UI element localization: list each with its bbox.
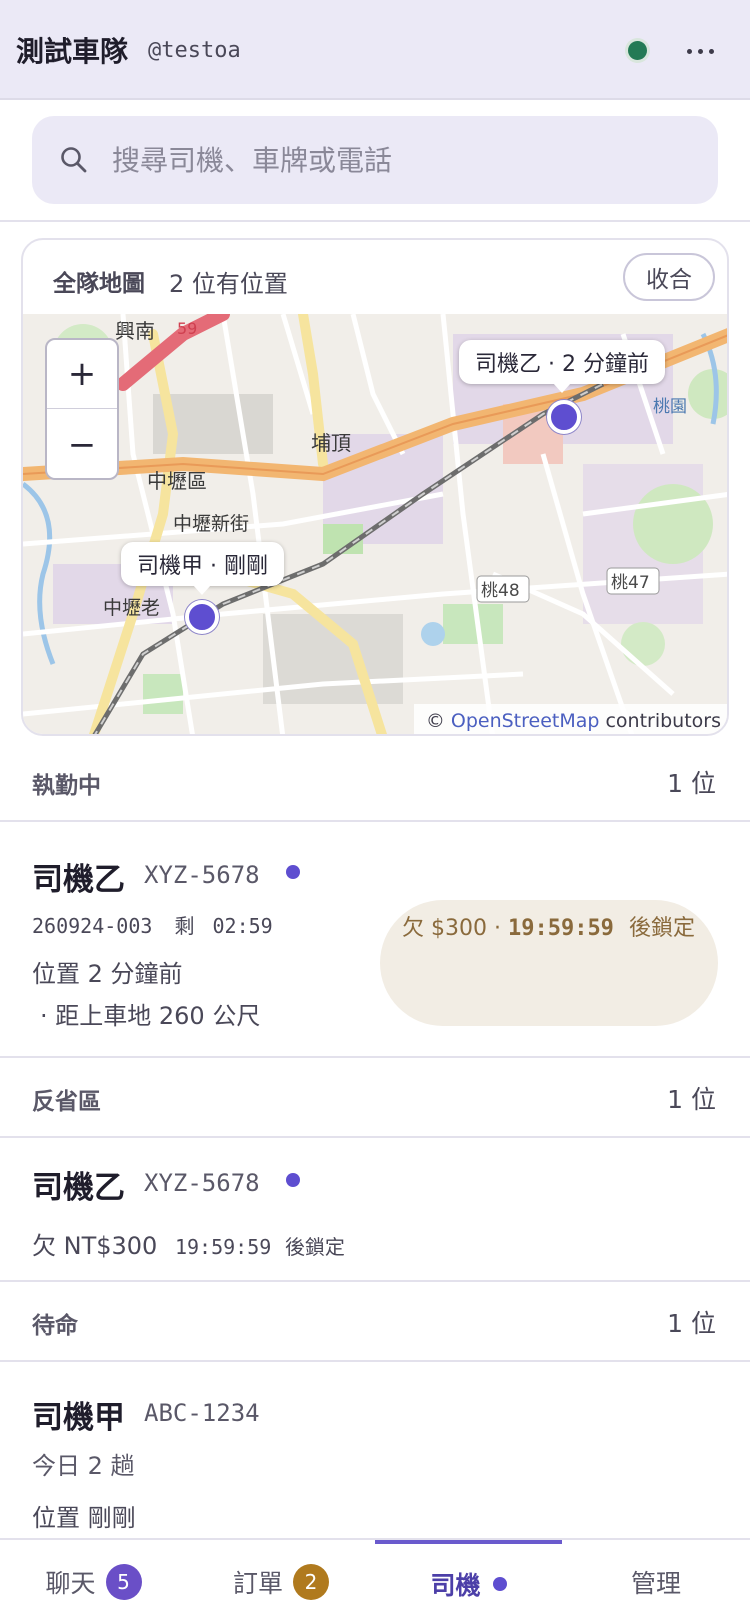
location-status: 位置 2 分鐘前 — [32, 960, 183, 988]
section-count: 1 位 — [667, 1309, 716, 1338]
section-title: 執勤中 — [32, 773, 101, 799]
more-options-button[interactable] — [676, 34, 724, 68]
section-reflection: 反省區 1 位 — [0, 1058, 750, 1138]
nav-tab-orders[interactable]: 訂單 2 — [187, 1540, 375, 1624]
driver-a-map-marker[interactable] — [185, 600, 219, 634]
debt-amount: 欠 NT$300 — [32, 1232, 158, 1260]
map-place-label: 中壢新街 — [173, 513, 249, 535]
driver-name: 司機甲 — [32, 1400, 125, 1436]
trip-count: 今日 2 趟 — [32, 1452, 135, 1480]
driver-b-map-label: 司機乙 · 2 分鐘前 — [459, 340, 665, 393]
debt-info: 欠 NT$300 19:59:59 後鎖定 — [32, 1226, 345, 1261]
openstreetmap-link[interactable]: OpenStreetMap — [451, 710, 600, 732]
order-number: 260924-003 — [32, 914, 153, 938]
driver-name: 司機乙 — [32, 1170, 125, 1206]
zoom-controls: + − — [45, 338, 119, 480]
section-count: 1 位 — [667, 769, 716, 798]
reflection-driver-card[interactable]: 司機乙 XYZ-5678 欠 NT$300 19:59:59 後鎖定 — [0, 1140, 750, 1282]
license-plate: XYZ-5678 — [144, 861, 260, 889]
driver-a-map-label: 司機甲 · 剛剛 — [121, 542, 284, 595]
section-title: 反省區 — [32, 1089, 101, 1115]
active-dot-icon — [492, 1577, 507, 1591]
location-status: 位置 剛剛 — [32, 1504, 136, 1532]
team-map-card: 全隊地圖 2 位有位置 收合 興南 59 中壢區 中壢新街 埔頂 中壢老 桃園 … — [21, 238, 729, 736]
nav-tab-chat[interactable]: 聊天 5 — [0, 1540, 187, 1624]
debt-lock-badge: 欠 $300 · 19:59:59 後鎖定 — [380, 900, 718, 1026]
search-icon — [61, 147, 87, 173]
on-duty-driver-card[interactable]: 司機乙 XYZ-5678 260924-003 剩 02:59 位置 2 分鐘前… — [0, 824, 750, 1058]
collapse-map-button[interactable]: 收合 — [623, 253, 715, 301]
section-on-duty: 執勤中 1 位 — [0, 742, 750, 822]
zoom-out-button[interactable]: − — [47, 410, 117, 479]
search-section — [0, 100, 750, 222]
map-location-count: 2 位有位置 — [169, 270, 288, 298]
map-place-label: 桃園 — [653, 397, 687, 417]
nav-tab-drivers[interactable]: 司機 — [375, 1540, 562, 1624]
license-plate: ABC-1234 — [144, 1399, 260, 1427]
search-box[interactable] — [32, 116, 718, 204]
remaining-label: 剩 — [174, 914, 195, 938]
online-dot — [286, 1173, 300, 1187]
chat-unread-badge: 5 — [105, 1564, 142, 1600]
nav-label: 訂單 — [232, 1569, 283, 1598]
section-standby: 待命 1 位 — [0, 1282, 750, 1362]
team-handle: @testoa — [148, 38, 241, 63]
map-place-label: 中壢區 — [147, 469, 207, 493]
app-header: 測試車隊 @testoa — [0, 0, 750, 100]
driver-b-map-marker[interactable] — [547, 400, 581, 434]
order-info: 260924-003 剩 02:59 — [32, 910, 273, 939]
license-plate: XYZ-5678 — [144, 1169, 260, 1197]
nav-label: 司機 — [430, 1571, 481, 1600]
attribution-suffix: contributors — [605, 710, 721, 732]
debt-lock-suffix: 後鎖定 — [628, 916, 695, 941]
map-route-label: 桃47 — [611, 573, 650, 593]
pickup-distance: · 距上車地 260 公尺 — [40, 1002, 261, 1030]
lock-countdown: 19:59:59 — [174, 1235, 272, 1259]
lock-suffix: 後鎖定 — [284, 1235, 345, 1259]
bottom-navigation: 聊天 5 訂單 2 司機 管理 — [0, 1538, 750, 1624]
nav-label: 管理 — [630, 1569, 681, 1598]
more-dot-icon — [697, 48, 703, 54]
map-view[interactable]: 興南 59 中壢區 中壢新街 埔頂 中壢老 桃園 桃48 桃47 + − 司機乙… — [23, 314, 727, 734]
more-dot-icon — [686, 48, 692, 54]
map-place-label: 埔頂 — [311, 431, 351, 455]
more-dot-icon — [708, 48, 714, 54]
debt-lock-text: 欠 $300 · 19:59:59 後鎖定 — [402, 910, 695, 942]
driver-name: 司機乙 — [32, 862, 125, 898]
team-name: 測試車隊 — [16, 35, 129, 68]
map-route-label: 桃48 — [481, 581, 520, 601]
search-input[interactable] — [112, 138, 692, 182]
nav-label: 聊天 — [45, 1569, 96, 1598]
section-count: 1 位 — [667, 1085, 716, 1114]
nav-tab-manage[interactable]: 管理 — [562, 1540, 750, 1624]
attribution-copyright: © — [425, 710, 445, 732]
map-place-label: 59 — [177, 319, 197, 338]
section-title: 待命 — [32, 1313, 78, 1339]
online-dot — [286, 865, 300, 879]
map-place-label: 興南 — [115, 319, 155, 343]
zoom-in-button[interactable]: + — [47, 340, 117, 409]
map-place-label: 中壢老 — [103, 597, 160, 619]
standby-driver-card[interactable]: 司機甲 ABC-1234 今日 2 趟 位置 剛剛 — [0, 1364, 750, 1538]
orders-badge: 2 — [293, 1564, 329, 1600]
online-status-indicator — [628, 41, 647, 60]
debt-lock-countdown: 19:59:59 — [507, 916, 614, 941]
map-attribution: © OpenStreetMap contributors — [413, 704, 727, 734]
remaining-time: 02:59 — [212, 914, 273, 938]
debt-amount: 欠 $300 · — [402, 916, 501, 941]
map-title: 全隊地圖 — [53, 271, 145, 297]
